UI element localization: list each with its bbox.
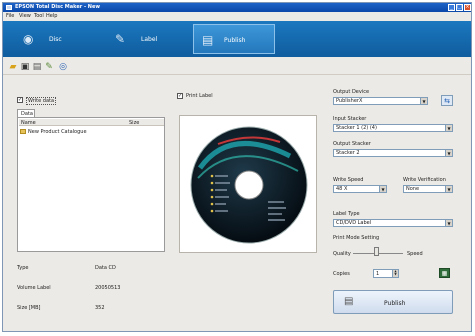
file-list[interactable]: Name Size New Product Catalogue [17, 117, 165, 252]
toolbar: ▰ ▣ ▤ ✎ ◎ [3, 59, 471, 75]
write-speed-label: Write Speed [333, 177, 364, 183]
type-label: Type [17, 265, 29, 271]
mode-publish[interactable]: ▤ Publish [193, 24, 275, 54]
col-size-header[interactable]: Size [129, 120, 139, 126]
volume-value: 20050513 [95, 285, 121, 291]
help-icon[interactable]: ◎ [58, 62, 68, 72]
device-settings-button[interactable]: ⇆ [441, 95, 453, 106]
chevron-down-icon: ▼ [445, 186, 452, 192]
disc-hole [234, 170, 264, 200]
center-panel: ✓ Print Label [177, 89, 317, 264]
left-panel: ✓ Write data Data Name Size New Product … [17, 89, 167, 311]
write-data-label: Write data [26, 97, 57, 105]
publish-button[interactable]: ▤ Publish [333, 290, 453, 314]
chevron-down-icon: ▼ [445, 150, 452, 156]
chevron-down-icon: ▼ [420, 98, 427, 104]
copies-stepper[interactable]: 1 ▲ ▼ [373, 269, 399, 278]
menu-help[interactable]: Help [46, 13, 57, 19]
list-item-label: New Product Catalogue [28, 129, 87, 135]
app-icon [6, 5, 12, 10]
label-preview[interactable] [179, 115, 317, 253]
col-name-header[interactable]: Name [21, 120, 36, 126]
right-panel: Output Device PublisherX ▼ ⇆ Input Stacke… [333, 83, 463, 318]
copies-option-icon[interactable]: ▦ [439, 268, 450, 278]
stepper-arrows-icon[interactable]: ▲ ▼ [392, 270, 398, 277]
print-mode-label: Print Mode Setting [333, 235, 380, 241]
mode-bar: ◉ Disc ✎ Label ▤ Publish [3, 21, 471, 57]
open-folder-icon[interactable]: ▰ [8, 62, 18, 72]
mode-disc[interactable]: ◉ Disc [11, 24, 91, 54]
list-item[interactable]: New Product Catalogue [20, 128, 120, 135]
type-value: Data CD [95, 265, 116, 271]
maximize-button[interactable]: □ [456, 4, 463, 11]
menu-tool[interactable]: Tool [34, 13, 44, 19]
print-label-label: Print Label [186, 93, 213, 99]
copies-label: Copies [333, 271, 350, 277]
save-icon[interactable]: ▣ [20, 62, 30, 72]
output-stacker-select[interactable]: Stacker 2 ▼ [333, 149, 453, 157]
write-verification-label: Write Verification [403, 177, 446, 183]
label-type-label: Label Type [333, 211, 360, 217]
disc-preview [190, 126, 308, 244]
tools-icon[interactable]: ✎ [44, 62, 54, 72]
label-type-select[interactable]: CD/DVD Label ▼ [333, 219, 453, 227]
print-mode-slider-thumb[interactable] [374, 247, 379, 256]
size-value: 352 [95, 305, 105, 311]
write-verification-select[interactable]: None ▼ [403, 185, 453, 193]
tab-data[interactable]: Data [17, 109, 35, 117]
menu-file[interactable]: File [6, 13, 14, 19]
output-device-label: Output Device [333, 89, 370, 95]
write-data-checkbox[interactable]: ✓ [17, 97, 23, 103]
disc-icon: ◉ [23, 32, 34, 46]
publish-button-label: Publish [384, 300, 406, 307]
chevron-down-icon: ▼ [379, 186, 386, 192]
chevron-down-icon: ▼ [445, 125, 452, 131]
menu-view[interactable]: View [19, 13, 31, 19]
minimize-button[interactable]: _ [448, 4, 455, 11]
print-label-checkbox[interactable]: ✓ [177, 93, 183, 99]
title-bar: EPSON Total Disc Maker - New _ □ × [3, 3, 471, 12]
quality-label: Quality [333, 251, 351, 257]
mode-publish-label: Publish [224, 37, 246, 44]
write-speed-select[interactable]: 48 X ▼ [333, 185, 387, 193]
output-device-select[interactable]: PublisherX ▼ [333, 97, 428, 105]
printer-icon: ▤ [344, 296, 354, 307]
input-stacker-select[interactable]: Stacker 1 (2) (4) ▼ [333, 124, 453, 132]
brush-icon: ✎ [115, 32, 126, 46]
copies-value: 1 [376, 271, 380, 277]
mode-label-label: Label [141, 36, 158, 43]
close-button[interactable]: × [464, 4, 471, 11]
output-stacker-label: Output Stacker [333, 141, 371, 147]
mode-label[interactable]: ✎ Label [103, 24, 183, 54]
mode-disc-label: Disc [49, 36, 62, 43]
printer-icon: ▤ [202, 33, 214, 47]
list-header: Name Size [19, 119, 164, 126]
input-stacker-label: Input Stacker [333, 116, 367, 122]
menu-bar: File View Tool Help [3, 12, 471, 20]
window-title: EPSON Total Disc Maker - New [15, 4, 100, 10]
chevron-down-icon: ▼ [445, 220, 452, 226]
speed-label: Speed [407, 251, 423, 257]
volume-label: Volume Label [17, 285, 51, 291]
print-icon[interactable]: ▤ [32, 62, 42, 72]
folder-icon [20, 129, 26, 134]
size-label: Size [MB] [17, 305, 41, 311]
app-window: EPSON Total Disc Maker - New _ □ × File … [2, 2, 472, 332]
